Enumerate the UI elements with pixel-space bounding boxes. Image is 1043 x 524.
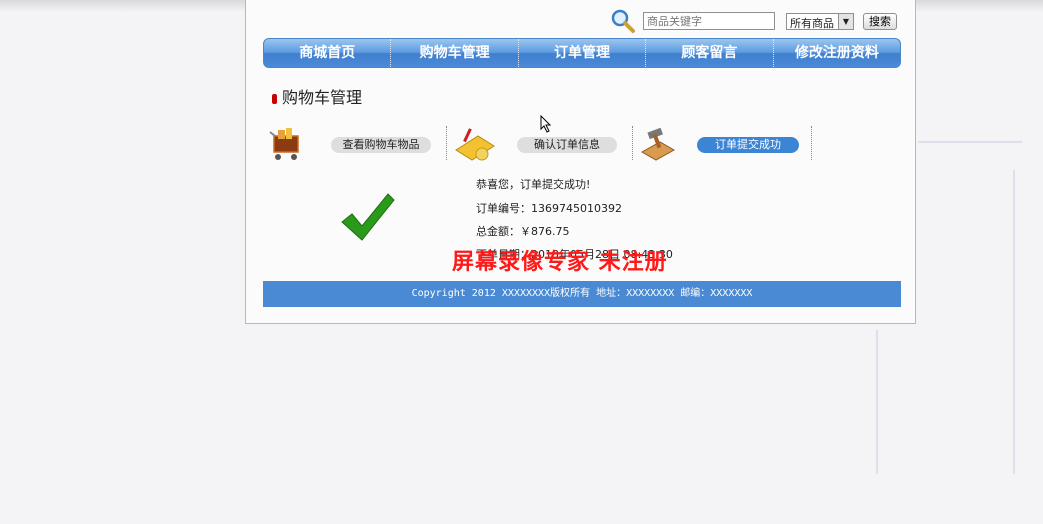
decor-line [876, 330, 878, 474]
decor-line [1013, 170, 1015, 474]
check-icon [341, 193, 395, 241]
step-divider [811, 126, 812, 160]
title-bullet-icon [272, 93, 277, 104]
order-number: 订单编号：1369745010392 [476, 202, 622, 215]
step-label-order-success[interactable]: 订单提交成功 [697, 137, 799, 153]
nav-item-profile[interactable]: 修改注册资料 [774, 39, 900, 67]
step-order-success: 订单提交成功 [638, 124, 813, 164]
step-label-confirm-order[interactable]: 确认订单信息 [517, 137, 617, 153]
footer: Copyright 2012 XXXXXXXX版权所有 地址：XXXXXXXX … [263, 281, 901, 307]
nav-item-cart[interactable]: 购物车管理 [391, 39, 519, 67]
shopping-cart-icon [269, 128, 299, 160]
success-message: 恭喜您，订单提交成功! [476, 178, 591, 191]
decor-line [918, 141, 1022, 143]
chevron-down-icon: ▼ [838, 14, 853, 29]
mouse-cursor-icon [540, 115, 552, 133]
category-select-value: 所有商品 [790, 17, 834, 30]
nav-item-home[interactable]: 商城首页 [264, 39, 392, 67]
category-select[interactable]: 所有商品 ▼ [786, 13, 854, 30]
calculator-icon [455, 128, 495, 161]
order-total: 总金额：￥876.75 [476, 225, 570, 238]
watermark: 屏幕录像专家 未注册 [452, 249, 668, 275]
step-view-cart: 查看购物车物品 [266, 124, 436, 164]
step-divider [632, 126, 633, 160]
search-input[interactable] [643, 12, 775, 30]
step-divider [446, 126, 447, 160]
search-icon[interactable] [610, 8, 636, 34]
main-nav: 商城首页 购物车管理 订单管理 顾客留言 修改注册资料 [263, 38, 901, 68]
nav-item-messages[interactable]: 顾客留言 [646, 39, 774, 67]
nav-item-orders[interactable]: 订单管理 [519, 39, 647, 67]
page-title: 购物车管理 [272, 84, 362, 108]
search-button[interactable]: 搜索 [863, 13, 897, 30]
page-title-text: 购物车管理 [282, 88, 363, 107]
step-label-view-cart[interactable]: 查看购物车物品 [331, 137, 431, 153]
hammer-icon [640, 127, 676, 161]
